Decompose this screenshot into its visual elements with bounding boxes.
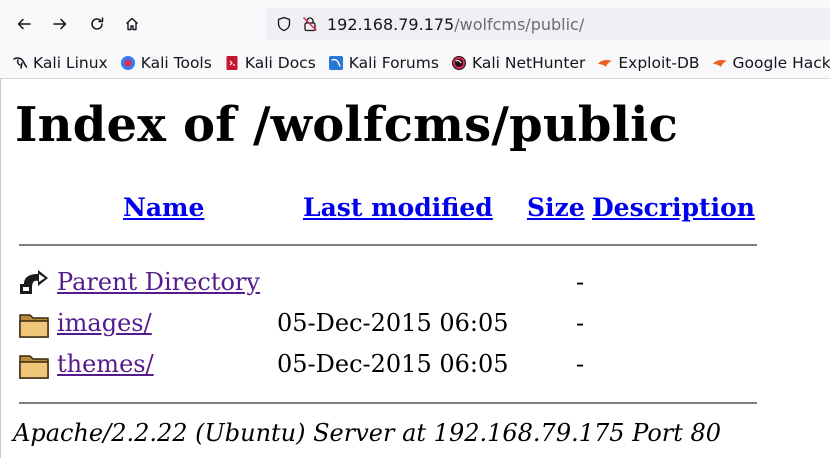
- parent-directory-link[interactable]: Parent Directory: [57, 268, 260, 296]
- bookmark-exploit-db[interactable]: Exploit-DB: [597, 54, 700, 72]
- back-arrow-icon: [20, 270, 48, 294]
- bookmark-label: Exploit-DB: [618, 54, 700, 72]
- page-title: Index of /wolfcms/public: [15, 97, 678, 153]
- bookmark-kali-docs[interactable]: Kali Docs: [224, 54, 316, 72]
- row-size: -: [576, 309, 585, 337]
- bookmark-label: Kali Docs: [244, 54, 316, 72]
- home-button[interactable]: [114, 6, 150, 42]
- arrow-right-icon: [53, 18, 67, 30]
- bookmark-kali-nethunter[interactable]: Kali NetHunter: [451, 54, 585, 72]
- bookmark-label: Kali Tools: [140, 54, 212, 72]
- reload-icon: [91, 17, 104, 30]
- bookmark-google-hacking[interactable]: Google Hack: [712, 54, 830, 72]
- bookmark-label: Google Hack: [732, 54, 830, 72]
- bookmarks-toolbar: Kali Linux Kali Tools Kali Docs Kali For…: [0, 48, 830, 79]
- browser-toolbar: 192.168.79.175/wolfcms/public/: [0, 0, 830, 48]
- footer-divider: [19, 402, 757, 404]
- row-size: -: [576, 268, 585, 296]
- row-modified: 05-Dec-2015 06:05: [277, 309, 509, 337]
- forward-button[interactable]: [42, 6, 78, 42]
- reload-button[interactable]: [79, 6, 115, 42]
- bookmark-label: Kali NetHunter: [471, 54, 586, 72]
- row-modified: 05-Dec-2015 06:05: [277, 350, 509, 378]
- page-content: Index of /wolfcms/public Name Last modif…: [0, 79, 830, 458]
- kali-dragon-icon: [13, 57, 28, 69]
- insecure-lock-icon[interactable]: [302, 16, 318, 32]
- bookmark-kali-forums[interactable]: Kali Forums: [328, 54, 439, 72]
- column-header-size[interactable]: Size: [527, 193, 585, 222]
- bookmark-label: Kali Forums: [348, 54, 439, 72]
- kali-forums-icon: [328, 56, 343, 70]
- shield-icon[interactable]: [276, 16, 292, 32]
- url-path: /wolfcms/public/: [454, 14, 585, 34]
- back-button[interactable]: [6, 6, 42, 42]
- column-header-description[interactable]: Description: [592, 193, 755, 222]
- header-divider: [19, 244, 757, 246]
- url-host: 192.168.79.175: [327, 14, 455, 34]
- google-hacking-icon: [712, 60, 727, 67]
- bookmark-kali-tools[interactable]: Kali Tools: [120, 54, 212, 72]
- url-text: 192.168.79.175/wolfcms/public/: [327, 15, 584, 34]
- column-header-last-modified[interactable]: Last modified: [303, 193, 493, 222]
- folder-icon: [19, 355, 49, 379]
- kali-nethunter-icon: [451, 56, 466, 70]
- server-signature: Apache/2.2.22 (Ubuntu) Server at 192.168…: [13, 419, 722, 447]
- row-size: -: [576, 350, 585, 378]
- kali-docs-icon: [226, 56, 238, 70]
- folder-link-images[interactable]: images/: [57, 309, 152, 337]
- address-bar[interactable]: 192.168.79.175/wolfcms/public/: [266, 8, 830, 40]
- folder-link-themes[interactable]: themes/: [57, 350, 154, 378]
- bookmark-kali-linux[interactable]: Kali Linux: [12, 54, 108, 72]
- column-header-name[interactable]: Name: [123, 193, 204, 222]
- kali-tools-icon: [120, 56, 135, 70]
- bookmark-label: Kali Linux: [33, 54, 108, 72]
- exploit-db-icon: [598, 60, 613, 67]
- home-icon: [126, 17, 138, 31]
- arrow-left-icon: [17, 18, 31, 30]
- folder-icon: [19, 314, 49, 338]
